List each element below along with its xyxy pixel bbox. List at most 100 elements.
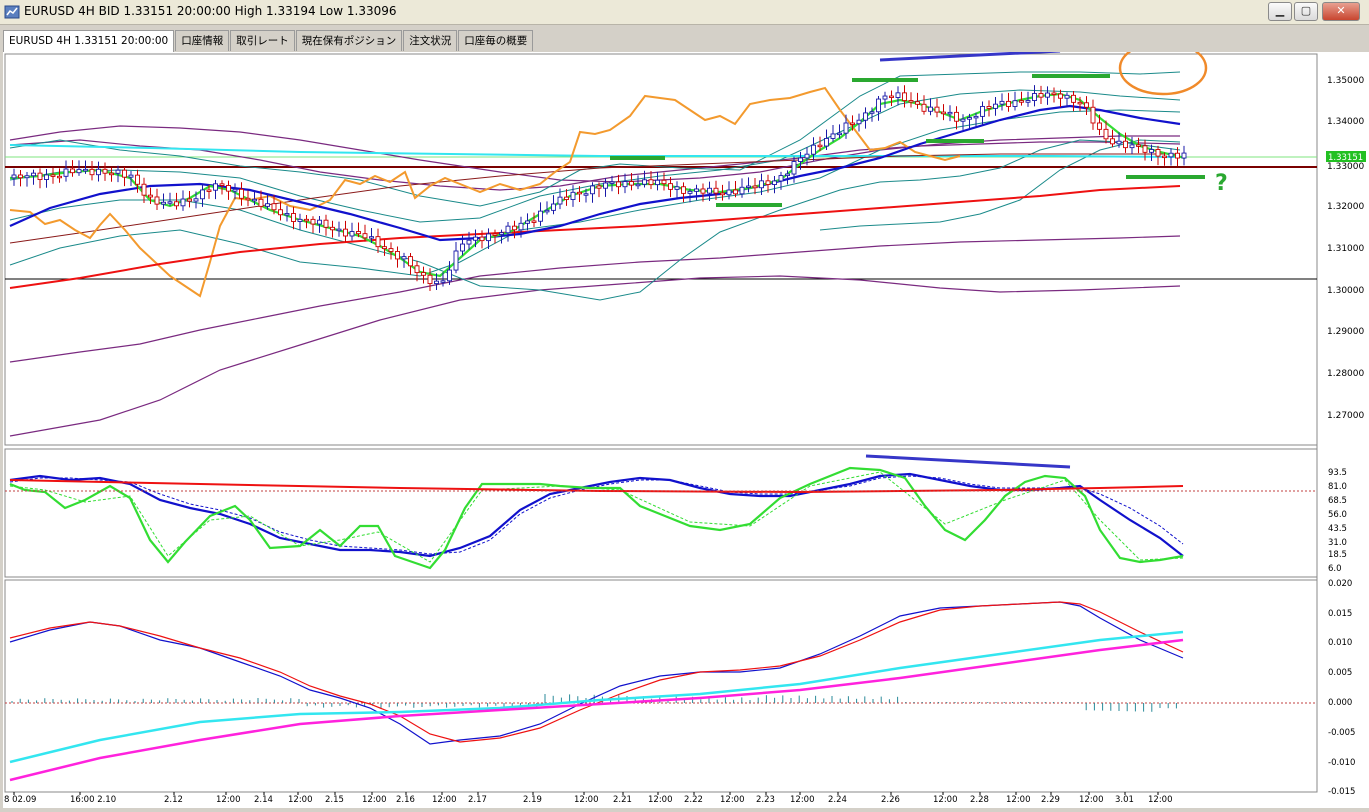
candle-body — [310, 218, 316, 225]
time-label: 12:00 — [1079, 795, 1104, 805]
candle-body — [583, 193, 589, 196]
candle-body — [128, 174, 134, 178]
candle-body — [895, 92, 901, 98]
time-label: 2.24 — [828, 795, 847, 805]
candle-body — [778, 175, 784, 182]
candle-body — [1006, 100, 1011, 107]
candle-body — [291, 213, 296, 222]
candle-body — [876, 98, 881, 113]
chart-area[interactable]: ? 1.35000 1.34000 1.33000 1.32000 1.3100… — [3, 40, 1369, 808]
time-label: 2.15 — [325, 795, 344, 805]
stoch-tick: 68.5 — [1328, 496, 1347, 506]
candle-body — [791, 161, 797, 175]
candle-body — [843, 122, 849, 134]
candle-body — [167, 201, 173, 204]
question-mark-annotation: ? — [1215, 171, 1228, 196]
tab-account-info[interactable]: 口座情報 — [175, 30, 230, 51]
macd-tick: 0.000 — [1328, 698, 1352, 708]
candle-body — [785, 173, 790, 177]
candle-body — [505, 225, 511, 234]
candle-body — [284, 213, 290, 216]
candle-body — [1077, 101, 1083, 105]
candle-body — [538, 210, 543, 222]
time-label: 2.22 — [684, 795, 703, 805]
candle-body — [817, 144, 823, 148]
stoch-tick: 18.5 — [1328, 550, 1347, 560]
time-label: 12:00 — [933, 795, 958, 805]
stoch-tick: 81.0 — [1328, 482, 1347, 492]
candle-body — [115, 169, 121, 174]
candle-body — [1149, 149, 1154, 153]
candle-body — [993, 103, 998, 109]
candle-body — [954, 111, 959, 122]
time-label: 16:00 2.10 — [70, 795, 116, 805]
candle-body — [11, 174, 17, 179]
candle-body — [544, 209, 550, 213]
candle-body — [1155, 149, 1161, 157]
candle-body — [960, 118, 966, 122]
candle-body — [1116, 140, 1122, 145]
tab-order-status[interactable]: 注文状況 — [403, 30, 458, 51]
candle-body — [89, 168, 95, 176]
price-chart[interactable]: ? 1.35000 1.34000 1.33000 1.32000 1.3100… — [3, 40, 1369, 808]
candle-body — [804, 153, 810, 159]
macd-tick: 0.005 — [1328, 668, 1352, 678]
candle-body — [427, 274, 433, 285]
minimize-button[interactable]: ▁ — [1268, 2, 1292, 21]
candle-body — [1110, 138, 1115, 145]
candle-body — [265, 203, 270, 207]
time-label: 8 02.09 — [4, 795, 36, 805]
pane-frames — [4, 53, 1318, 793]
candle-body — [726, 189, 732, 196]
macd-pane — [9, 601, 1184, 782]
candle-body — [551, 203, 556, 211]
candle-body — [304, 218, 309, 222]
candle-body — [733, 189, 738, 195]
candle-body — [889, 95, 894, 98]
candle-body — [57, 175, 62, 179]
candle-body — [1103, 128, 1109, 140]
macd-tick: -0.005 — [1328, 728, 1355, 738]
macd-tick: -0.015 — [1328, 787, 1355, 797]
candle-body — [362, 233, 368, 239]
candle-body — [1025, 100, 1031, 103]
candle-body — [252, 198, 257, 202]
candle-body — [24, 175, 30, 179]
candle-body — [739, 186, 745, 195]
candle-body — [102, 168, 108, 174]
candle-body — [63, 168, 69, 177]
candle-body — [616, 181, 621, 188]
candle-body — [466, 239, 472, 245]
candle-body — [1064, 94, 1070, 99]
candle-body — [336, 228, 342, 232]
tab-eurusd-chart[interactable]: EURUSD 4H 1.33151 20:00:00 — [3, 30, 175, 53]
candle-body — [869, 111, 875, 114]
candle-body — [447, 269, 452, 282]
tab-account-summary[interactable]: 口座毎の概要 — [458, 30, 534, 51]
price-axis: 1.35000 1.34000 1.33000 1.32000 1.31000 … — [1326, 76, 1366, 421]
candle-body — [837, 132, 842, 136]
tab-trading-rates[interactable]: 取引レート — [230, 30, 295, 51]
candle-body — [200, 189, 205, 200]
stoch-tick: 6.0 — [1328, 564, 1342, 574]
time-label: 2.14 — [254, 795, 273, 805]
current-price-label: 1.33151 — [1328, 153, 1363, 163]
time-label: 12:00 — [1006, 795, 1031, 805]
candle-body — [278, 209, 283, 216]
candle-body — [765, 180, 771, 185]
candle-body — [1136, 144, 1141, 147]
candle-body — [1090, 106, 1096, 124]
candle-body — [824, 138, 829, 147]
time-label: 12:00 — [720, 795, 745, 805]
candle-body — [1032, 93, 1037, 101]
restore-button[interactable]: ▢ — [1294, 2, 1318, 21]
candle-body — [1162, 155, 1167, 159]
candle-body — [408, 256, 413, 267]
candle-body — [135, 174, 140, 185]
close-button[interactable]: ✕ — [1322, 2, 1360, 21]
candle-body — [382, 246, 387, 250]
candle-body — [772, 180, 777, 185]
tab-open-positions[interactable]: 現在保有ポジション — [295, 30, 403, 51]
candle-body — [232, 188, 238, 192]
candle-body — [349, 231, 355, 237]
